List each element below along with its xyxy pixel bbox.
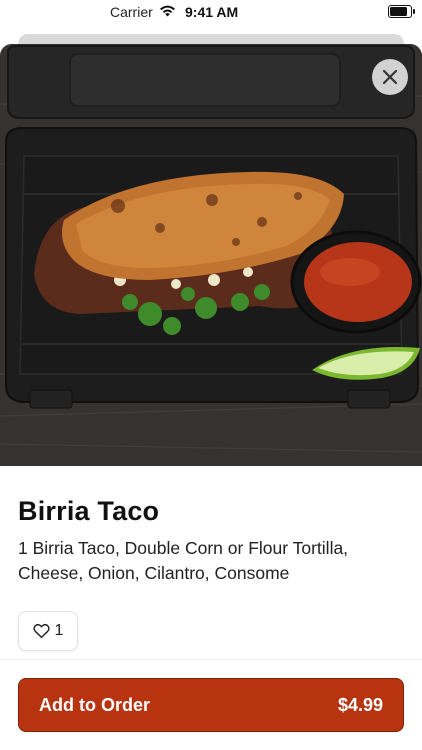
item-description: 1 Birria Taco, Double Corn or Flour Tort… bbox=[18, 538, 349, 583]
heart-outline-icon bbox=[32, 623, 50, 639]
like-count: 1 bbox=[54, 622, 64, 639]
carrier-group: Carrier bbox=[110, 4, 176, 20]
battery-icon bbox=[388, 5, 415, 18]
wifi-icon bbox=[159, 4, 176, 20]
divider bbox=[0, 659, 422, 660]
add-to-order-label: Add to Order bbox=[39, 694, 150, 715]
add-to-order-button[interactable]: Add to Order $4.99 bbox=[18, 678, 404, 732]
item-title: Birria Taco bbox=[18, 496, 160, 526]
carrier-label: Carrier bbox=[110, 4, 153, 20]
order-price: $4.99 bbox=[337, 694, 383, 715]
item-detail-screen: Carrier 9:41 AM Birria Taco 1 Birria Tac… bbox=[0, 0, 422, 750]
close-icon bbox=[382, 69, 398, 85]
like-button[interactable]: 1 bbox=[18, 611, 78, 651]
status-time: 9:41 AM bbox=[185, 4, 239, 20]
close-button[interactable] bbox=[372, 59, 408, 95]
status-bar: Carrier 9:41 AM bbox=[0, 0, 422, 24]
item-photo bbox=[0, 44, 422, 466]
